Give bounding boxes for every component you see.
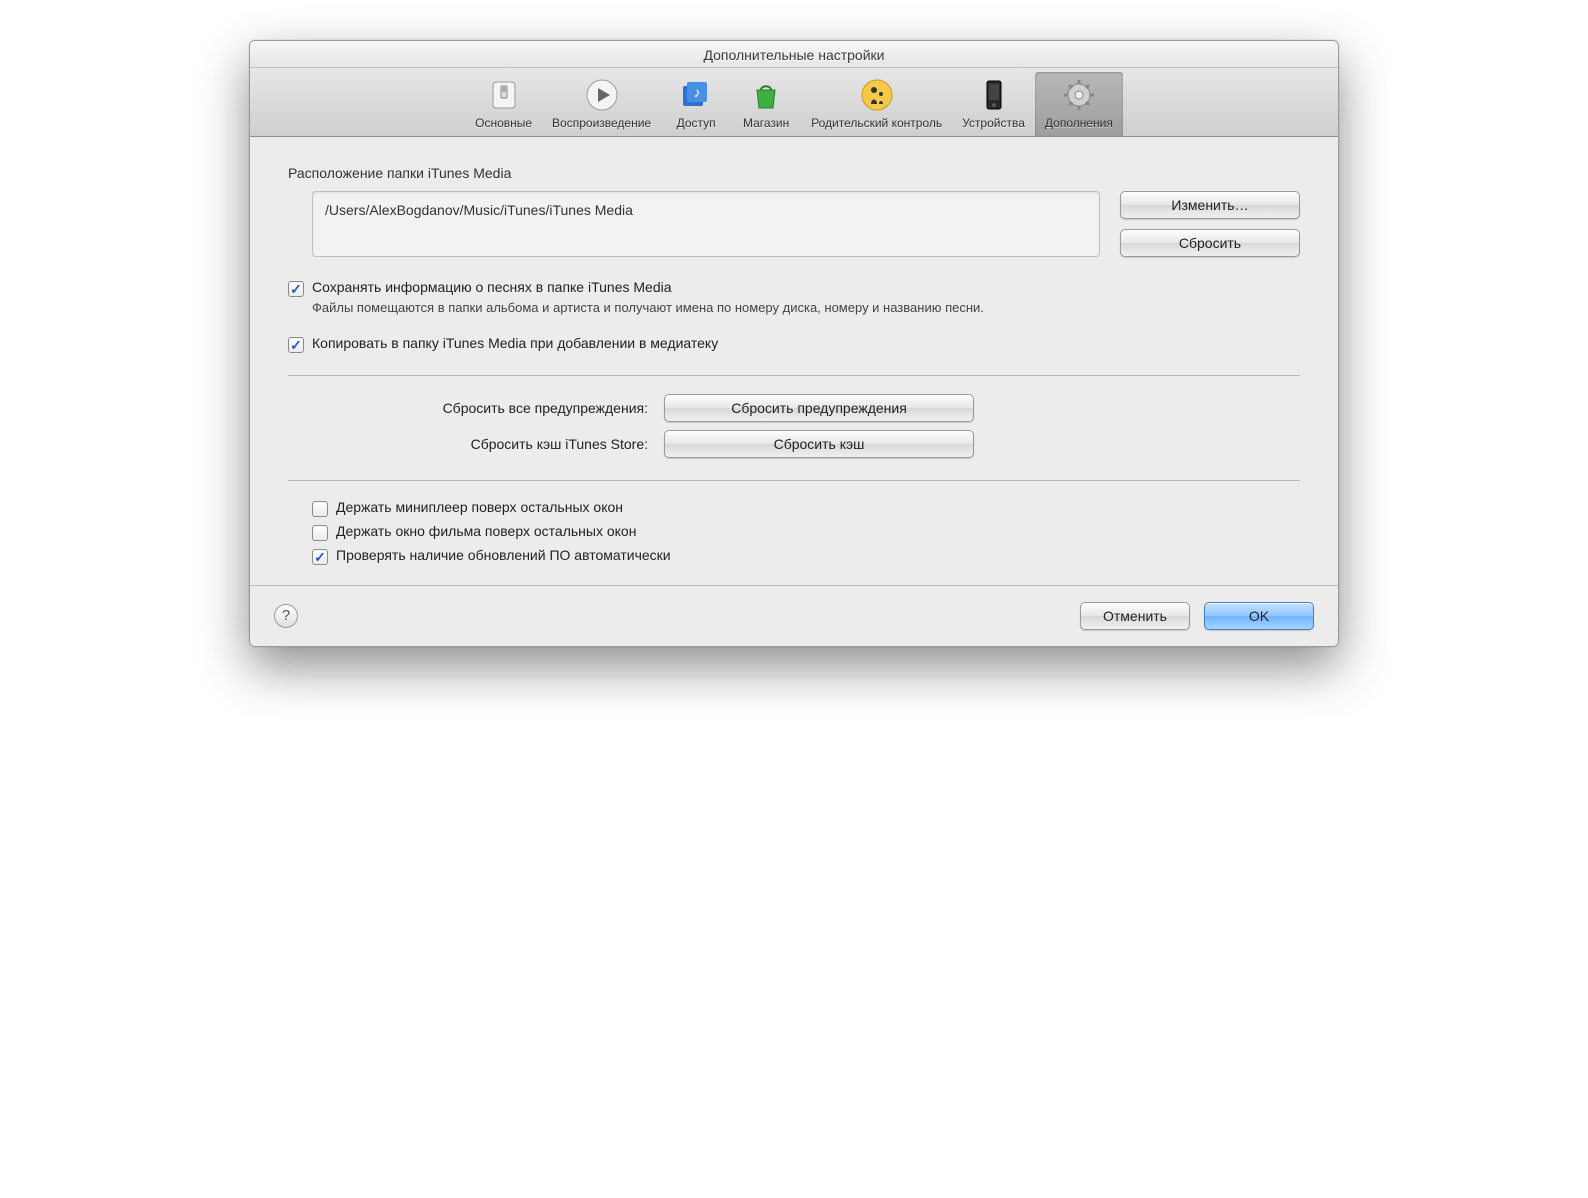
keep-info-description: Файлы помещаются в папки альбома и артис… <box>312 299 984 317</box>
divider <box>288 375 1300 376</box>
auto-update-label: Проверять наличие обновлений ПО автомати… <box>336 547 671 563</box>
footer: ? Отменить OK <box>250 585 1338 646</box>
tab-label: Магазин <box>743 116 789 130</box>
shopping-bag-icon <box>747 76 785 114</box>
divider <box>288 480 1300 481</box>
tab-label: Основные <box>475 116 532 130</box>
cancel-button[interactable]: Отменить <box>1080 602 1190 630</box>
reset-button[interactable]: Сбросить <box>1120 229 1300 257</box>
auto-update-checkbox[interactable] <box>312 549 328 565</box>
change-button[interactable]: Изменить… <box>1120 191 1300 219</box>
movie-ontop-label: Держать окно фильма поверх остальных око… <box>336 523 636 539</box>
reset-warnings-button[interactable]: Сбросить предупреждения <box>664 394 974 422</box>
tab-parental[interactable]: Родительский контроль <box>801 72 952 136</box>
tab-sharing[interactable]: ♪ Доступ <box>661 72 731 136</box>
copy-media-checkbox[interactable] <box>288 337 304 353</box>
tab-playback[interactable]: Воспроизведение <box>542 72 661 136</box>
reset-cache-button[interactable]: Сбросить кэш <box>664 430 974 458</box>
svg-text:♪: ♪ <box>694 84 701 100</box>
reset-cache-label: Сбросить кэш iTunes Store: <box>288 436 648 452</box>
parental-icon <box>858 76 896 114</box>
toolbar: Основные Воспроизведение ♪ Доступ Магази… <box>250 68 1338 137</box>
keep-info-label: Сохранять информацию о песнях в папке iT… <box>312 279 984 295</box>
play-icon <box>583 76 621 114</box>
tab-label: Воспроизведение <box>552 116 651 130</box>
tab-general[interactable]: Основные <box>465 72 542 136</box>
movie-ontop-checkbox[interactable] <box>312 525 328 541</box>
tab-store[interactable]: Магазин <box>731 72 801 136</box>
window-title: Дополнительные настройки <box>250 41 1338 68</box>
device-icon <box>975 76 1013 114</box>
media-path-display: /Users/AlexBogdanov/Music/iTunes/iTunes … <box>312 191 1100 257</box>
music-folder-icon: ♪ <box>677 76 715 114</box>
tab-label: Дополнения <box>1045 116 1113 130</box>
tab-advanced[interactable]: Дополнения <box>1035 72 1123 136</box>
reset-warnings-label: Сбросить все предупреждения: <box>288 400 648 416</box>
ok-button[interactable]: OK <box>1204 602 1314 630</box>
media-location-label: Расположение папки iTunes Media <box>288 165 1300 181</box>
tab-devices[interactable]: Устройства <box>952 72 1035 136</box>
tab-label: Устройства <box>962 116 1025 130</box>
tab-label: Родительский контроль <box>811 116 942 130</box>
gear-icon <box>1060 76 1098 114</box>
content-area: Расположение папки iTunes Media /Users/A… <box>250 137 1338 585</box>
miniplayer-ontop-checkbox[interactable] <box>312 501 328 517</box>
keep-info-checkbox[interactable] <box>288 281 304 297</box>
miniplayer-ontop-label: Держать миниплеер поверх остальных окон <box>336 499 623 515</box>
tab-label: Доступ <box>677 116 716 130</box>
help-button[interactable]: ? <box>274 604 298 628</box>
switch-icon <box>485 76 523 114</box>
preferences-window: Дополнительные настройки Основные Воспро… <box>249 40 1339 647</box>
copy-media-label: Копировать в папку iTunes Media при доба… <box>312 335 718 351</box>
